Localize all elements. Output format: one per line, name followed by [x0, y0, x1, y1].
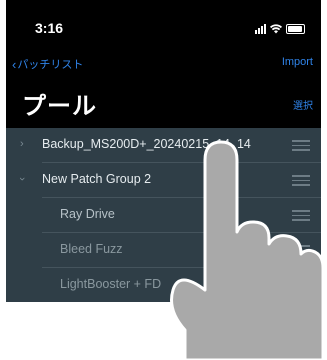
back-button[interactable]: ‹ パッチリスト — [12, 56, 83, 72]
chevron-down-icon[interactable]: › — [16, 177, 28, 181]
chevron-right-icon[interactable]: › — [20, 138, 24, 150]
page-title: プール — [22, 93, 97, 120]
import-button[interactable]: Import — [282, 56, 313, 68]
list-item-label: New Patch Group 2 — [42, 172, 152, 186]
chevron-left-icon: ‹ — [12, 56, 17, 72]
pointing-hand-icon — [170, 140, 325, 360]
cellular-signal-icon — [255, 24, 266, 34]
back-button-label: パッチリスト — [17, 59, 84, 71]
select-button[interactable]: 選択 — [293, 97, 313, 112]
list-item-label: LightBooster + FD — [60, 277, 162, 291]
battery-icon — [286, 24, 305, 34]
wifi-icon — [270, 24, 282, 34]
navigation-header: 3:16 ‹ パッチリスト Import プール 選択 — [6, 0, 321, 128]
status-icons — [255, 22, 305, 34]
list-item-label: Bleed Fuzz — [60, 242, 123, 256]
status-time: 3:16 — [35, 20, 64, 36]
list-item-label: Ray Drive — [60, 207, 115, 221]
